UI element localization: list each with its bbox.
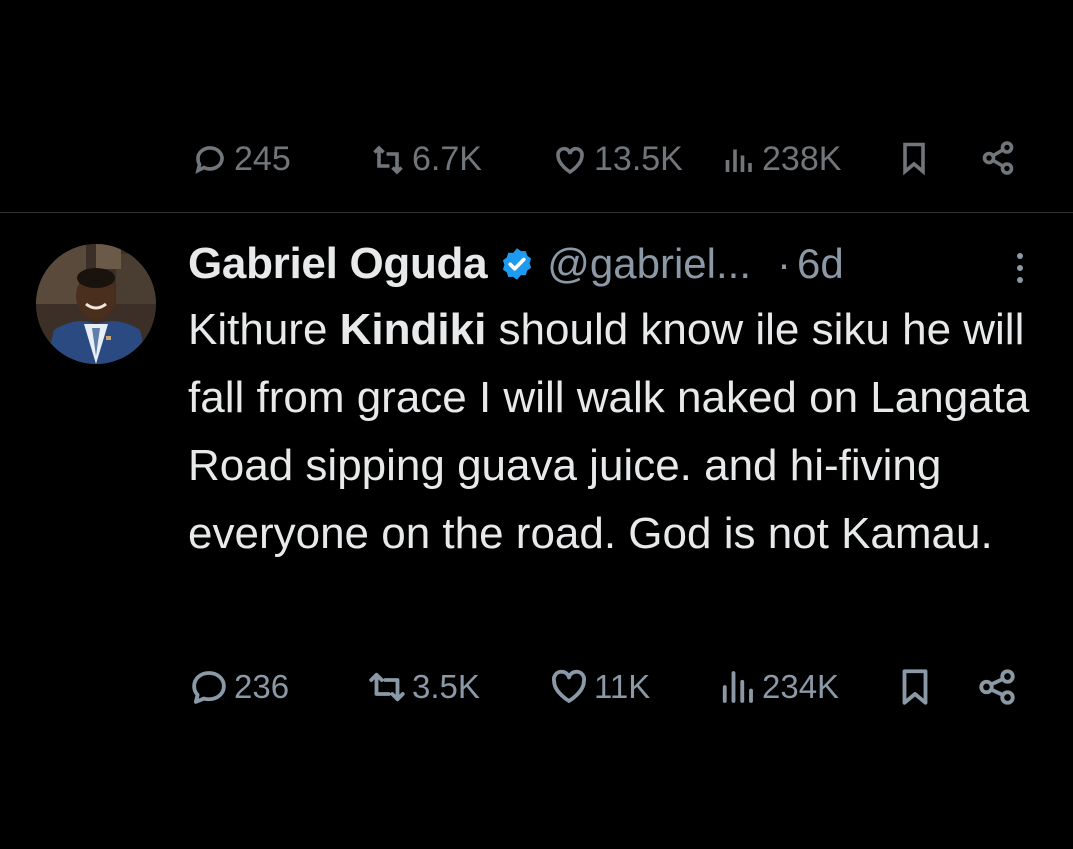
views-count: 234K bbox=[762, 668, 840, 705]
views-icon bbox=[725, 149, 752, 172]
header-separator: · bbox=[777, 240, 792, 287]
share-button[interactable] bbox=[976, 662, 1018, 712]
reply-icon bbox=[192, 671, 226, 704]
author-handle[interactable]: @gabriel... bbox=[547, 240, 751, 288]
share-icon bbox=[982, 141, 1014, 175]
heart-icon bbox=[556, 146, 584, 174]
prev-share-button[interactable] bbox=[980, 140, 1016, 176]
more-icon[interactable] bbox=[1010, 248, 1030, 288]
avatar-photo bbox=[36, 244, 156, 364]
prev-views-count: 238K bbox=[762, 140, 842, 178]
author-display-name[interactable]: Gabriel Oguda bbox=[188, 239, 488, 289]
views-button[interactable]: 234K bbox=[716, 662, 839, 712]
share-icon bbox=[979, 669, 1015, 705]
views-icon bbox=[722, 671, 753, 703]
tweet-timestamp[interactable]: 6d bbox=[797, 240, 844, 288]
repost-count: 3.5K bbox=[412, 668, 480, 705]
prev-like-button[interactable]: 13.5K bbox=[552, 140, 683, 179]
bookmark-icon bbox=[902, 669, 928, 705]
prev-views-button[interactable]: 238K bbox=[720, 140, 841, 179]
like-button[interactable]: 11K bbox=[548, 662, 650, 712]
repost-button[interactable]: 3.5K bbox=[366, 662, 480, 712]
reply-icon bbox=[195, 145, 224, 174]
bookmark-button[interactable] bbox=[894, 662, 936, 712]
bookmark-icon bbox=[903, 142, 925, 176]
verified-badge-icon bbox=[503, 248, 532, 280]
prev-bookmark-button[interactable] bbox=[896, 140, 932, 176]
reply-button[interactable]: 236 bbox=[188, 662, 289, 712]
prev-reply-count: 245 bbox=[234, 140, 291, 178]
tweet-text-bold-segment: Kindiki bbox=[339, 305, 487, 354]
reply-count: 236 bbox=[234, 668, 290, 705]
tweet-action-bar: 236 3.5K 11K 234K bbox=[188, 662, 1048, 712]
tweet-header: Gabriel Oguda @gabriel... · 6d bbox=[188, 236, 1048, 292]
author-avatar[interactable] bbox=[36, 244, 156, 364]
prev-repost-button[interactable]: 6.7K bbox=[370, 140, 482, 179]
prev-reply-button[interactable]: 245 bbox=[192, 140, 291, 179]
tweet-text-segment: Kithure bbox=[188, 305, 340, 354]
repost-icon bbox=[373, 144, 403, 175]
prev-repost-count: 6.7K bbox=[412, 140, 482, 178]
previous-tweet-action-bar: 245 6.7K 13.5K 238K bbox=[0, 0, 1073, 180]
like-count: 11K bbox=[594, 668, 651, 705]
repost-icon bbox=[369, 672, 405, 702]
tweet-text: Kithure Kindiki should know ile siku he … bbox=[188, 296, 1048, 568]
tweet-divider bbox=[0, 212, 1073, 213]
heart-icon bbox=[551, 669, 587, 703]
prev-like-count: 13.5K bbox=[594, 140, 683, 178]
